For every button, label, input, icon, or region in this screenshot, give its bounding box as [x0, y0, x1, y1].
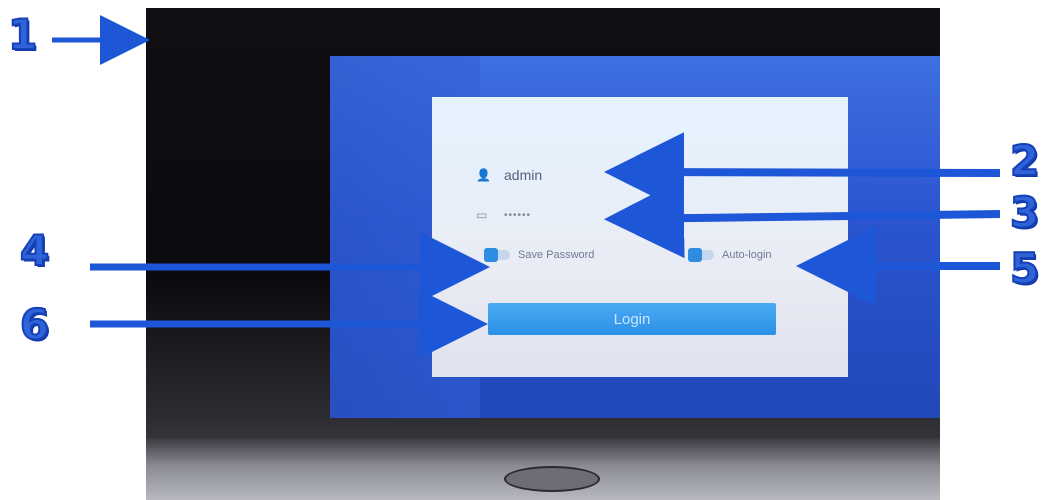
annotation-arrows: [52, 15, 1001, 359]
arrow-3: [604, 178, 1001, 259]
arrow-2: [604, 132, 1001, 213]
